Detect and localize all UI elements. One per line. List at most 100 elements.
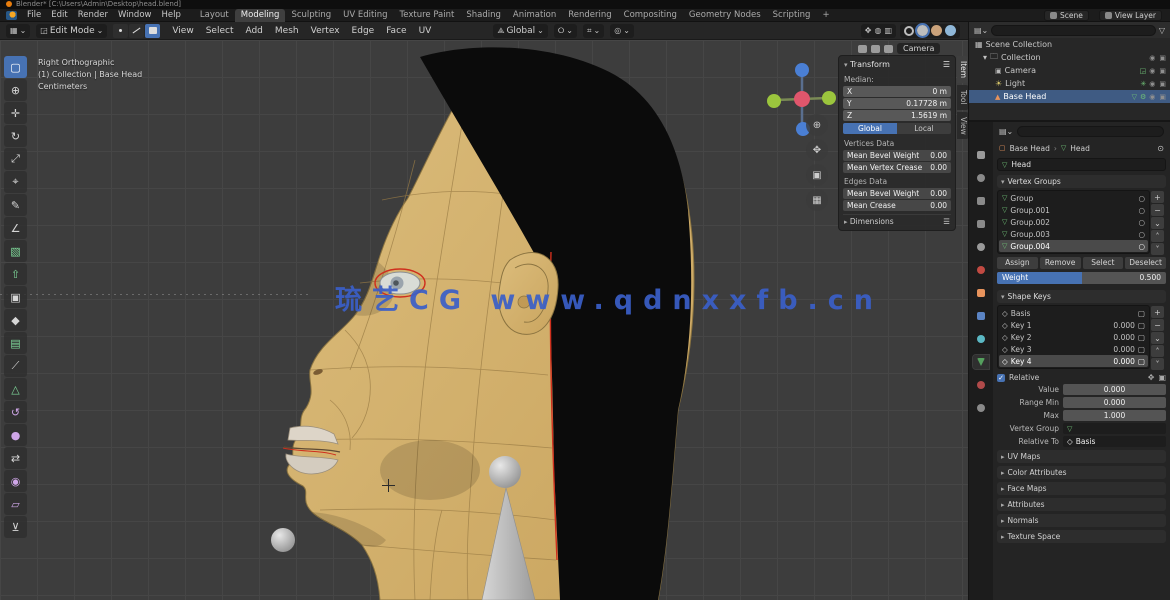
vertex-group-item[interactable]: ▽Group○: [999, 192, 1148, 204]
tab-animation[interactable]: Animation: [507, 9, 562, 22]
remove-shape-key-button[interactable]: −: [1151, 319, 1164, 331]
tool-inset-faces[interactable]: ▣: [4, 286, 27, 308]
uv-maps-panel-toggle[interactable]: [1001, 452, 1005, 461]
menu-file[interactable]: File: [22, 10, 46, 20]
shape-key-item-selected[interactable]: ◇Key 40.000▢: [999, 355, 1148, 367]
tool-knife[interactable]: ⟋: [4, 355, 27, 377]
tab-rendering[interactable]: Rendering: [562, 9, 617, 22]
assign-button[interactable]: Assign: [997, 257, 1038, 269]
tab-uv-editing[interactable]: UV Editing: [337, 9, 393, 22]
tool-shrink-fatten[interactable]: ◉: [4, 470, 27, 492]
remove-vertex-group-button[interactable]: −: [1151, 204, 1164, 216]
vertex-group-field[interactable]: ▽: [1063, 423, 1166, 434]
mean-bevel-weight-field[interactable]: Mean Bevel Weight0.00: [843, 150, 951, 161]
visibility-toggles[interactable]: ◉▣: [1149, 93, 1166, 101]
tool-shear[interactable]: ▱: [4, 493, 27, 515]
transform-panel-toggle[interactable]: Transform: [844, 60, 890, 69]
menu-edit[interactable]: Edit: [46, 10, 72, 20]
tab-output[interactable]: [973, 194, 989, 208]
outliner-row-scene-collection[interactable]: ▦ Scene Collection: [969, 38, 1170, 51]
gizmo-z-pos[interactable]: [795, 63, 809, 77]
texture-space-panel-toggle[interactable]: [1001, 532, 1005, 541]
vertex-group-item[interactable]: ▽Group.002○: [999, 216, 1148, 228]
tool-rip-region[interactable]: ⊻: [4, 516, 27, 538]
shape-key-specials-button[interactable]: ⌄: [1151, 332, 1164, 344]
range-max-field[interactable]: 1.000: [1063, 410, 1166, 421]
tool-cursor[interactable]: ⊕: [4, 79, 27, 101]
menu-window[interactable]: Window: [113, 10, 157, 20]
median-x-field[interactable]: X0 m: [843, 86, 951, 97]
deselect-button[interactable]: Deselect: [1125, 257, 1166, 269]
move-up-button[interactable]: ˄: [1151, 345, 1164, 357]
relative-checkbox[interactable]: ✓: [997, 374, 1005, 382]
color-attributes-panel-toggle[interactable]: [1001, 468, 1005, 477]
move-down-button[interactable]: ˅: [1151, 243, 1164, 255]
solid-shading-button[interactable]: [917, 25, 928, 36]
expand-icon[interactable]: ▾: [983, 53, 987, 62]
add-workspace-button[interactable]: +: [816, 9, 835, 22]
range-min-field[interactable]: 0.000: [1063, 397, 1166, 408]
relative-to-field[interactable]: ◇Basis: [1063, 436, 1166, 447]
shape-key-item[interactable]: ◇Key 30.000▢: [999, 343, 1148, 355]
vertex-group-item[interactable]: ▽Group.001○: [999, 204, 1148, 216]
tab-world[interactable]: [973, 263, 989, 277]
tool-measure[interactable]: ∠: [4, 217, 27, 239]
tab-modeling[interactable]: Modeling: [235, 9, 286, 22]
edge-bevel-weight-field[interactable]: Mean Bevel Weight0.00: [843, 188, 951, 199]
weight-slider[interactable]: Weight 0.500: [997, 272, 1166, 284]
outliner-row-camera[interactable]: ▣ Camera ◲ ◉▣: [969, 64, 1170, 77]
edit-mode-display-icon[interactable]: ✥: [1148, 373, 1155, 382]
xray-toggle-icon[interactable]: ▥: [884, 26, 892, 35]
tool-edge-slide[interactable]: ⇄: [4, 447, 27, 469]
tab-modifiers[interactable]: [973, 309, 989, 323]
shape-key-item[interactable]: ◇Key 20.000▢: [999, 331, 1148, 343]
tool-loop-cut[interactable]: ▤: [4, 332, 27, 354]
select-button[interactable]: Select: [1083, 257, 1124, 269]
mode-selector[interactable]: ◲ Edit Mode ⌄: [36, 24, 107, 38]
sphere-widget-ear[interactable]: [489, 456, 521, 488]
outliner-search-input[interactable]: [991, 25, 1156, 36]
tab-compositing[interactable]: Compositing: [618, 9, 683, 22]
breadcrumb-object[interactable]: Base Head: [1010, 144, 1050, 153]
show-overlays-icon[interactable]: ◍: [874, 26, 881, 35]
tab-shading[interactable]: Shading: [460, 9, 507, 22]
tool-poly-build[interactable]: △: [4, 378, 27, 400]
add-vertex-group-button[interactable]: +: [1151, 191, 1164, 203]
properties-search-input[interactable]: [1017, 126, 1164, 137]
tool-transform[interactable]: ⌖: [4, 171, 27, 193]
visibility-toggles[interactable]: ◉▣: [1149, 80, 1166, 88]
lock-shape-icon[interactable]: ▣: [1158, 373, 1166, 382]
properties-editor-icon[interactable]: ▤⌄: [999, 127, 1013, 136]
pan-button[interactable]: ✥: [806, 139, 828, 161]
tab-object-data[interactable]: [973, 355, 989, 369]
breadcrumb-data[interactable]: Head: [1070, 144, 1090, 153]
shape-keys-panel-toggle[interactable]: [1001, 292, 1005, 301]
edge-select-button[interactable]: [129, 24, 144, 38]
tab-material[interactable]: [973, 378, 989, 392]
outliner-row-base-head[interactable]: ▲ Base Head ▽ ⚙ ◉▣: [969, 90, 1170, 103]
tab-item[interactable]: Item: [957, 56, 968, 83]
tool-smooth[interactable]: ●: [4, 424, 27, 446]
move-up-button[interactable]: ˄: [1151, 230, 1164, 242]
move-down-button[interactable]: ˅: [1151, 358, 1164, 370]
menu-add[interactable]: Add: [243, 26, 264, 36]
menu-help[interactable]: Help: [156, 10, 185, 20]
transform-orientation-selector[interactable]: ⟁ Global ⌄: [493, 24, 548, 38]
pivot-point-selector[interactable]: ⭘⌄: [554, 24, 577, 38]
tool-annotate[interactable]: ✎: [4, 194, 27, 216]
option-icon-1[interactable]: [858, 45, 867, 53]
outliner-row-light[interactable]: ☀ Light ✳ ◉▣: [969, 77, 1170, 90]
sphere-widget-chin[interactable]: [271, 528, 295, 552]
snapping-selector[interactable]: ⌗⌄: [583, 24, 604, 38]
data-name-field[interactable]: ▽ Head: [997, 158, 1166, 171]
tab-layout[interactable]: Layout: [194, 9, 235, 22]
gizmo-y-pos[interactable]: [822, 91, 836, 105]
tool-move[interactable]: ✛: [4, 102, 27, 124]
remove-button[interactable]: Remove: [1040, 257, 1081, 269]
face-maps-panel-toggle[interactable]: [1001, 484, 1005, 493]
gizmo-y-neg[interactable]: [767, 94, 781, 108]
outliner-row-collection[interactable]: ▾ 🗀 Collection ◉▣: [969, 51, 1170, 64]
tab-sculpting[interactable]: Sculpting: [285, 9, 337, 22]
tab-tool[interactable]: Tool: [957, 85, 968, 110]
tool-add-cube[interactable]: ▧: [4, 240, 27, 262]
